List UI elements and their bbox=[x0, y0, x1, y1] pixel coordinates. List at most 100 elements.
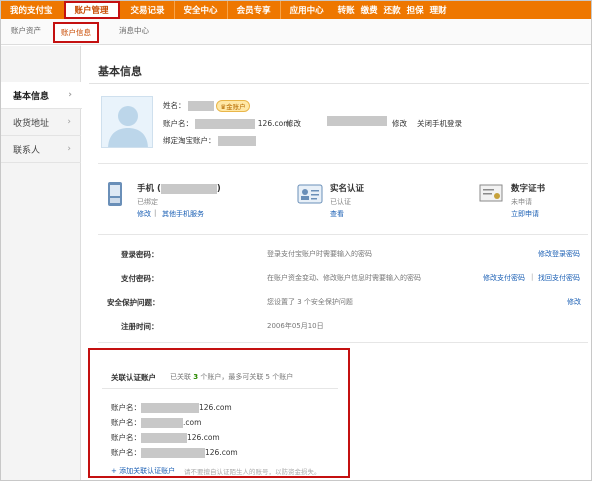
name-label: 姓名： bbox=[163, 101, 186, 110]
linked-title: 关联认证账户 bbox=[111, 373, 156, 382]
other-phone-services-link[interactable]: 其他手机服务 bbox=[162, 209, 204, 219]
quick-finance[interactable]: 理财 bbox=[427, 4, 450, 16]
close-phone-login-link[interactable]: 关闭手机登录 bbox=[417, 118, 462, 129]
modify-phone-feature-link[interactable]: 修改 bbox=[137, 209, 151, 219]
realname-status: 已认证 bbox=[330, 198, 351, 206]
link-separator: | bbox=[531, 273, 534, 281]
nav-account-management[interactable]: 账户管理 bbox=[63, 1, 120, 19]
cert-status: 未申请 bbox=[511, 198, 532, 206]
nav-transactions[interactable]: 交易记录 bbox=[122, 1, 174, 19]
security-question-desc: 您设置了 3 个安全保护问题 bbox=[267, 298, 353, 306]
sidebar-item-label: 联系人 bbox=[13, 145, 41, 156]
linked-account-row: 账户名： 126.com bbox=[111, 432, 220, 443]
pay-password-label: 支付密码： bbox=[121, 274, 159, 283]
subnav-messages[interactable]: 消息中心 bbox=[119, 25, 149, 36]
name-redacted bbox=[187, 101, 214, 111]
linked-accounts-panel: 关联认证账户 已关联 3 个账户，最多可关联 5 个账户 账户名： 126.com… bbox=[88, 348, 350, 478]
view-realname-link[interactable]: 查看 bbox=[330, 209, 344, 219]
account-label: 账户名： bbox=[163, 119, 193, 128]
user-silhouette-icon bbox=[108, 106, 148, 147]
sidebar-item-shipping-address[interactable]: 收货地址 › bbox=[1, 109, 81, 136]
register-time-row: 注册时间： 2006年05月10日 bbox=[1, 321, 591, 341]
security-question-row: 安全保护问题： 您设置了 3 个安全保护问题 修改 bbox=[1, 297, 591, 317]
gold-account-badge: ♛金账户 bbox=[216, 100, 250, 112]
sidebar-item-contacts[interactable]: 联系人 › bbox=[1, 136, 81, 163]
recover-pay-password-link[interactable]: 找回支付密码 bbox=[538, 273, 580, 283]
quick-links: 转账 缴费 还款 担保 理财 bbox=[335, 1, 450, 19]
linked-account-redacted bbox=[141, 433, 187, 443]
realname-title: 实名认证 bbox=[330, 184, 365, 194]
linked-summary: 已关联 3 个账户，最多可关联 5 个账户 bbox=[170, 372, 293, 382]
sidebar-item-label: 基本信息 bbox=[13, 91, 50, 102]
register-time-label: 注册时间： bbox=[121, 322, 159, 331]
pay-password-desc: 在账户资金变动、修改账户信息时需要输入的密码 bbox=[267, 274, 421, 282]
apply-cert-link[interactable]: 立即申请 bbox=[511, 209, 539, 219]
linked-account-label: 账户名： bbox=[111, 418, 141, 427]
phone-redacted-wrap bbox=[327, 116, 387, 126]
taobao-label: 绑定淘宝账户： bbox=[163, 136, 216, 145]
linked-account-row: 账户名： .com bbox=[111, 417, 201, 428]
badge-label: 金账户 bbox=[226, 103, 246, 111]
linked-hint: 请不要擅自认证陌生人的账号，以防资金损失。 bbox=[184, 468, 321, 476]
subnav-account-info[interactable]: 账户信息 bbox=[53, 22, 99, 43]
divider bbox=[98, 163, 588, 164]
phone-title-end: ) bbox=[216, 184, 221, 194]
security-question-label: 安全保护问题： bbox=[107, 298, 160, 307]
quick-transfer[interactable]: 转账 bbox=[335, 4, 358, 16]
quick-guarantee[interactable]: 担保 bbox=[404, 4, 427, 16]
account-redacted bbox=[195, 119, 256, 129]
sidebar-item-basic-info[interactable]: 基本信息 › bbox=[1, 82, 82, 109]
register-time-value: 2006年05月10日 bbox=[267, 322, 324, 330]
certificate-icon bbox=[479, 184, 503, 202]
nav-my-alipay[interactable]: 我的支付宝 bbox=[1, 1, 62, 19]
taobao-row: 绑定淘宝账户： bbox=[163, 135, 256, 146]
modify-account-link[interactable]: 修改 bbox=[286, 118, 301, 129]
sub-nav: 账户资产 账户信息 消息中心 bbox=[1, 19, 591, 45]
linked-summary-a: 已关联 bbox=[170, 373, 194, 381]
linked-account-suffix: .com bbox=[183, 418, 202, 427]
login-password-desc: 登录支付宝账户时需要输入的密码 bbox=[267, 250, 372, 258]
linked-account-row: 账户名： 126.com bbox=[111, 402, 232, 413]
title-divider bbox=[89, 83, 589, 84]
linked-summary-b: 个账户，最多可关联 5 个账户 bbox=[198, 373, 294, 381]
chevron-right-icon: › bbox=[68, 90, 72, 100]
phone-status: 已绑定 bbox=[137, 198, 158, 206]
nav-app-center[interactable]: 应用中心 bbox=[279, 1, 333, 19]
linked-account-redacted bbox=[141, 418, 183, 428]
phone-title: 手机 () bbox=[137, 182, 221, 194]
modify-security-question-link[interactable]: 修改 bbox=[567, 297, 581, 307]
mobile-phone-icon bbox=[108, 182, 122, 206]
linked-account-label: 账户名： bbox=[111, 448, 141, 457]
cert-title: 数字证书 bbox=[511, 184, 546, 194]
top-nav: 我的支付宝 账户管理 交易记录 安全中心 会员专享 应用中心 转账 缴费 还款 … bbox=[1, 1, 591, 19]
linked-account-redacted bbox=[141, 448, 205, 458]
phone-number-redacted bbox=[160, 183, 217, 194]
linked-account-suffix: 126.com bbox=[205, 448, 238, 457]
linked-account-label: 账户名： bbox=[111, 433, 141, 442]
phone-redacted bbox=[327, 116, 387, 126]
add-linked-account-link[interactable]: + 添加关联认证账户 bbox=[111, 466, 175, 476]
modify-pay-password-link[interactable]: 修改支付密码 bbox=[483, 273, 525, 283]
sidebar-item-label: 收货地址 bbox=[13, 118, 50, 129]
linked-account-label: 账户名： bbox=[111, 403, 141, 412]
link-separator: | bbox=[154, 209, 157, 217]
chevron-right-icon: › bbox=[67, 144, 71, 154]
login-password-row: 登录密码： 登录支付宝账户时需要输入的密码 修改登录密码 bbox=[1, 249, 591, 269]
linked-account-row: 账户名： 126.com bbox=[111, 447, 238, 458]
avatar bbox=[101, 96, 153, 148]
quick-pay-bills[interactable]: 缴费 bbox=[358, 4, 381, 16]
quick-repay[interactable]: 还款 bbox=[381, 4, 404, 16]
phone-title-text: 手机 ( bbox=[137, 184, 161, 194]
divider bbox=[98, 234, 588, 235]
nav-security-center[interactable]: 安全中心 bbox=[173, 1, 227, 19]
chevron-right-icon: › bbox=[67, 117, 71, 127]
divider bbox=[102, 388, 338, 389]
linked-account-suffix: 126.com bbox=[187, 433, 220, 442]
modify-login-password-link[interactable]: 修改登录密码 bbox=[538, 249, 580, 259]
subnav-assets[interactable]: 账户资产 bbox=[11, 25, 41, 36]
id-card-icon bbox=[297, 184, 323, 204]
divider bbox=[98, 342, 588, 343]
modify-phone-link[interactable]: 修改 bbox=[392, 118, 407, 129]
pay-password-row: 支付密码： 在账户资金变动、修改账户信息时需要输入的密码 修改支付密码 | 找回… bbox=[1, 273, 591, 293]
nav-member[interactable]: 会员专享 bbox=[226, 1, 280, 19]
